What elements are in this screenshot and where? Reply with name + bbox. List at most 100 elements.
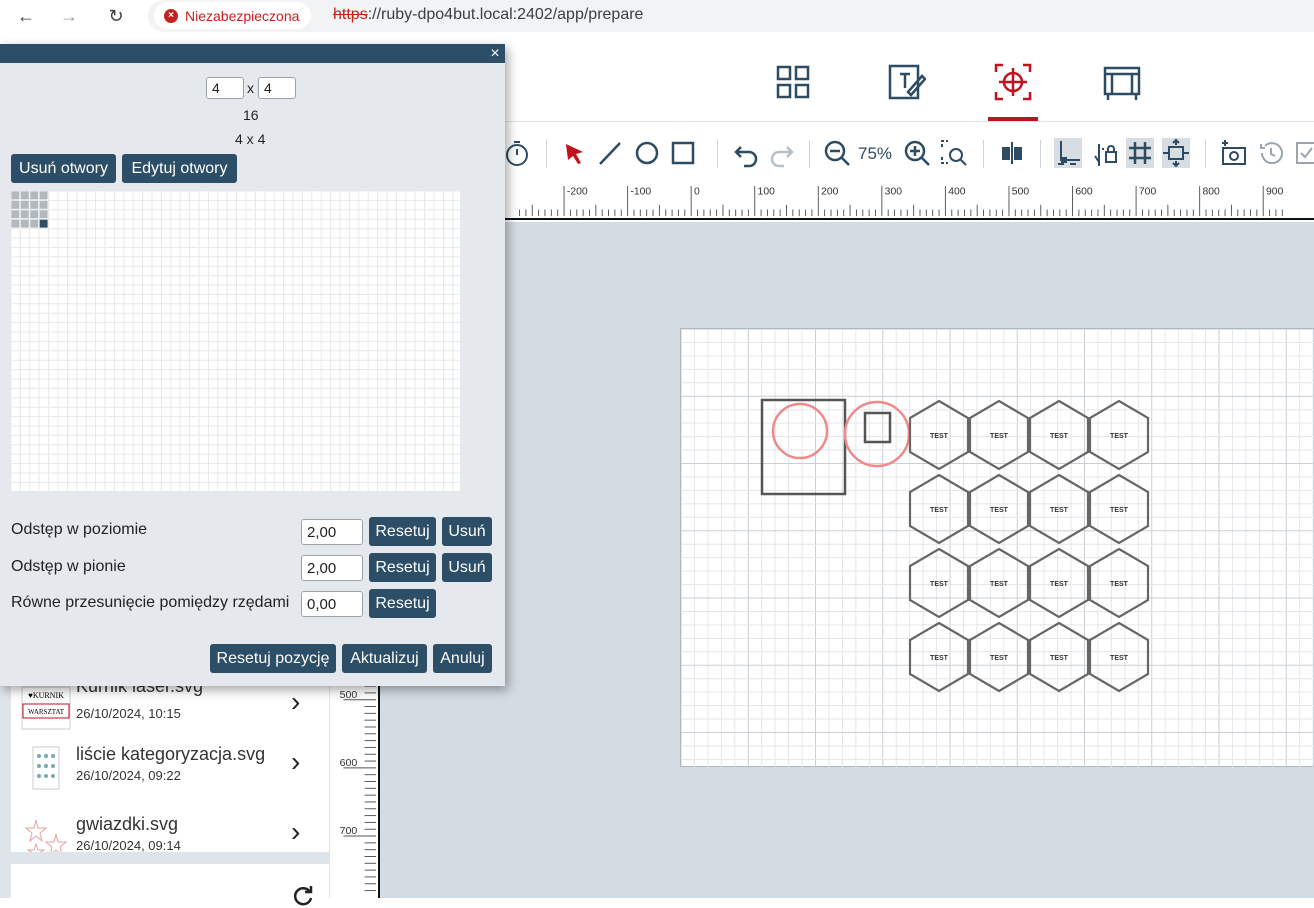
security-label: Niezabezpieczona <box>185 7 300 24</box>
redo-icon[interactable] <box>768 138 796 168</box>
refresh-icon[interactable] <box>291 884 315 908</box>
close-icon[interactable]: × <box>487 44 503 63</box>
chevron-right-icon[interactable]: › <box>291 816 300 848</box>
edit-icon[interactable] <box>886 62 926 102</box>
remove-holes-button[interactable]: Usuń otwory <box>11 154 116 183</box>
hole-cell[interactable] <box>39 200 48 209</box>
hole-cell[interactable] <box>20 191 29 200</box>
hole-cell[interactable] <box>39 219 48 228</box>
history-icon[interactable] <box>1257 138 1285 168</box>
hole-cell[interactable] <box>11 219 20 228</box>
hole-cell[interactable] <box>11 200 20 209</box>
hole-cell[interactable] <box>39 191 48 200</box>
hole-cell[interactable] <box>11 210 20 219</box>
timer-icon[interactable] <box>503 138 531 168</box>
hexagon-label: TEST <box>1050 581 1069 588</box>
array-dialog: × x 16 4 x 4 Usuń otwory Edytuj otwory O… <box>0 44 505 686</box>
rows-input[interactable] <box>258 77 296 99</box>
update-button[interactable]: Aktualizuj <box>342 644 427 673</box>
hole-cell[interactable] <box>20 219 29 228</box>
columns-input[interactable] <box>206 77 244 99</box>
hexagon-label: TEST <box>990 655 1009 662</box>
toolbar-divider <box>809 140 810 168</box>
row-offset-reset-button[interactable]: Resetuj <box>369 589 436 618</box>
toolbar-divider <box>983 140 984 168</box>
list-item[interactable]: liście kategoryzacja.svg 26/10/2024, 09:… <box>11 740 329 810</box>
grid-icon[interactable] <box>1126 138 1154 168</box>
square-shape[interactable] <box>760 398 847 496</box>
hole-cell[interactable] <box>39 210 48 219</box>
ruler-label: 200 <box>821 186 839 197</box>
rectangle-tool-icon[interactable] <box>669 138 697 168</box>
grid-view-icon[interactable] <box>773 62 813 102</box>
hole-cell[interactable] <box>30 200 39 209</box>
align-center-icon[interactable] <box>998 138 1026 168</box>
h-spacing-input[interactable] <box>301 519 363 545</box>
circle-shape[interactable] <box>843 400 911 468</box>
v-spacing-remove-button[interactable]: Usuń <box>442 553 492 582</box>
snap-dimension-icon[interactable] <box>1054 138 1082 168</box>
svg-text:♥KURNIK: ♥KURNIK <box>28 691 64 700</box>
hole-cell[interactable] <box>30 219 39 228</box>
cancel-button[interactable]: Anuluj <box>433 644 492 673</box>
checklist-icon[interactable] <box>1292 138 1314 168</box>
h-spacing-remove-button[interactable]: Usuń <box>442 517 492 546</box>
ruler-label: 500 <box>1012 186 1030 197</box>
hole-grid[interactable] <box>11 191 460 491</box>
toolbar-divider <box>546 140 547 168</box>
v-spacing-input[interactable] <box>301 555 363 581</box>
line-tool-icon[interactable] <box>596 138 624 168</box>
chevron-right-icon[interactable]: › <box>291 746 300 778</box>
select-pointer-icon[interactable] <box>561 138 589 168</box>
reload-icon[interactable]: ↻ <box>104 4 128 28</box>
zoom-fit-icon[interactable] <box>939 138 967 168</box>
address-bar[interactable] <box>148 0 1314 32</box>
edit-holes-button[interactable]: Edytuj otwory <box>122 154 237 183</box>
hole-cell[interactable] <box>20 200 29 209</box>
ruler-label: 0 <box>694 186 700 197</box>
forward-icon[interactable]: → <box>57 4 81 28</box>
row-offset-input[interactable] <box>301 591 363 617</box>
times-sign: x <box>247 80 254 96</box>
reset-position-button[interactable]: Resetuj pozycję <box>210 644 336 673</box>
vertical-ruler: 500 600 700 <box>330 680 380 898</box>
cutting-sheet[interactable]: TEST TEST TEST TEST TEST TEST TEST TEST TEST TEST… <box>680 328 1314 768</box>
hole-cell[interactable] <box>30 210 39 219</box>
file-date: 26/10/2024, 09:22 <box>76 768 181 783</box>
file-date: 26/10/2024, 10:15 <box>76 706 181 721</box>
target-icon[interactable] <box>993 62 1033 102</box>
v-spacing-reset-button[interactable]: Resetuj <box>369 553 436 582</box>
hand-lock-icon[interactable] <box>1090 138 1118 168</box>
hole-cell[interactable] <box>11 191 20 200</box>
dialog-titlebar[interactable] <box>0 44 505 63</box>
file-thumbnail <box>32 746 60 790</box>
security-chip[interactable]: × Niezabezpieczona <box>154 2 312 29</box>
back-icon[interactable]: ← <box>14 4 38 28</box>
undo-icon[interactable] <box>732 138 760 168</box>
toolbar-divider <box>717 140 718 168</box>
url-text[interactable]: https://ruby-dpo4but.local:2402/app/prep… <box>333 6 643 24</box>
hexagon-label: TEST <box>990 581 1009 588</box>
bottom-card[interactable] <box>11 864 329 906</box>
zoom-level: 75% <box>858 144 893 163</box>
chevron-right-icon[interactable]: › <box>291 686 300 718</box>
ruler-label: 800 <box>1202 186 1220 197</box>
hole-cell[interactable] <box>20 210 29 219</box>
hexagon-label: TEST <box>1110 581 1129 588</box>
ruler-label: 500 <box>340 689 358 701</box>
fit-to-sheet-icon[interactable] <box>1162 138 1190 168</box>
row-offset-label: Równe przesunięcie pomiędzy rzędami <box>11 594 290 611</box>
active-mode-indicator <box>988 117 1038 121</box>
list-item[interactable]: gwiazdki.svg 26/10/2024, 09:14 › <box>11 810 329 852</box>
circle-tool-icon[interactable] <box>633 138 661 168</box>
toolbar-divider <box>1040 140 1041 168</box>
hole-cell[interactable] <box>30 191 39 200</box>
cutter-icon[interactable] <box>1102 62 1142 102</box>
zoom-in-icon[interactable] <box>903 138 931 168</box>
svg-text:WARSZTAT: WARSZTAT <box>28 708 65 716</box>
url-rest: ://ruby-dpo4but.local:2402/app/prepare <box>367 6 644 23</box>
h-spacing-reset-button[interactable]: Resetuj <box>369 517 436 546</box>
small-square-shape[interactable] <box>863 411 892 444</box>
zoom-out-icon[interactable] <box>823 138 851 168</box>
camera-add-icon[interactable] <box>1220 138 1248 168</box>
